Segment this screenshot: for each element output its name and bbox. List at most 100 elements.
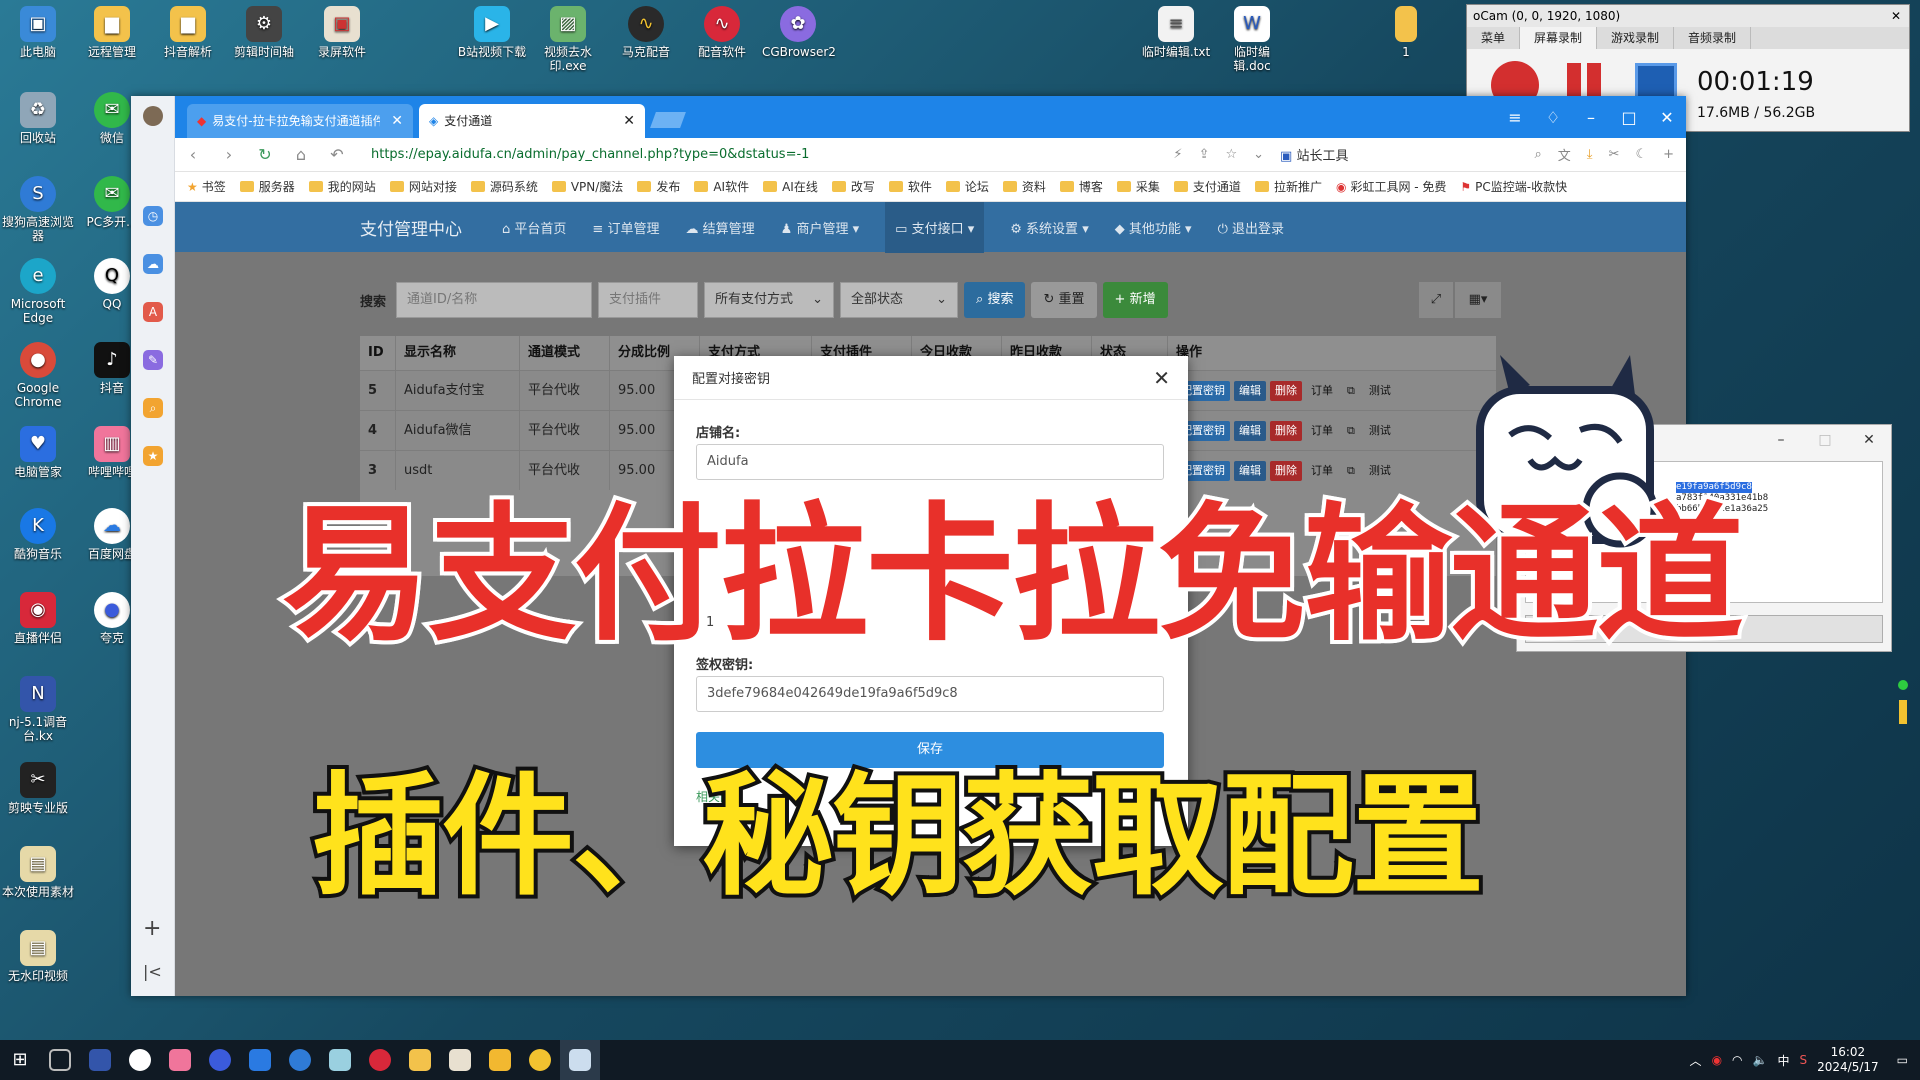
ocam-tab-game[interactable]: 游戏录制 bbox=[1597, 27, 1675, 49]
search-icon[interactable]: ⌕ bbox=[1534, 147, 1541, 162]
collapse-sidebar-icon[interactable]: |< bbox=[143, 962, 162, 981]
address-bar[interactable]: https://epay.aidufa.cn/admin/pay_channel… bbox=[371, 147, 809, 162]
desktop-icon-sogou-browser[interactable]: S 搜狗高速浏览器 bbox=[2, 176, 74, 243]
taskbar-notes[interactable] bbox=[320, 1040, 360, 1080]
delete-button[interactable]: 删除 bbox=[1270, 420, 1302, 441]
shirt-icon[interactable]: ♢ bbox=[1534, 108, 1572, 127]
chevron-down-icon[interactable]: ⌄ bbox=[1253, 147, 1264, 162]
bookmark-folder[interactable]: 博客 bbox=[1059, 178, 1103, 195]
col-name[interactable]: 显示名称 bbox=[396, 336, 520, 370]
orders-button[interactable]: 订单 bbox=[1306, 460, 1338, 481]
taskbar-capture[interactable] bbox=[480, 1040, 520, 1080]
grid-columns-icon[interactable]: ▦▾ bbox=[1455, 282, 1501, 318]
test-button[interactable]: 测试 bbox=[1363, 460, 1396, 481]
copy-icon[interactable]: ⧉ bbox=[1342, 420, 1360, 441]
scissors-icon[interactable]: ✂ bbox=[1609, 147, 1620, 162]
bookmark-folder[interactable]: 资料 bbox=[1002, 178, 1046, 195]
taskbar-qq[interactable] bbox=[120, 1040, 160, 1080]
desktop-icon-recycle-bin[interactable]: ♻ 回收站 bbox=[2, 92, 74, 145]
taskbar-audio[interactable] bbox=[520, 1040, 560, 1080]
add-button[interactable]: + 新增 bbox=[1102, 282, 1168, 318]
menu-icon[interactable]: ≡ bbox=[1496, 108, 1534, 127]
plugin-input[interactable]: 支付插件 bbox=[598, 282, 699, 318]
desktop-icon-dub-software[interactable]: ∿ 配音软件 bbox=[686, 6, 758, 59]
avatar[interactable] bbox=[143, 106, 163, 126]
ocam-tab-menu[interactable]: 菜单 bbox=[1467, 27, 1521, 49]
lightning-icon[interactable]: ⚡ bbox=[1173, 147, 1182, 162]
reset-button[interactable]: ↻ 重置 bbox=[1031, 282, 1097, 318]
delete-button[interactable]: 删除 bbox=[1270, 380, 1302, 401]
ocam-tab-screen[interactable]: 屏幕录制 bbox=[1520, 27, 1598, 49]
taskbar-recorder[interactable] bbox=[440, 1040, 480, 1080]
status-select[interactable]: 全部状态 ⌄ bbox=[840, 282, 959, 318]
taskbar-dub[interactable] bbox=[360, 1040, 400, 1080]
tray-expand-icon[interactable]: ︿ bbox=[1690, 1052, 1702, 1069]
orders-button[interactable]: 订单 bbox=[1306, 380, 1338, 401]
shop-name-input[interactable]: Aidufa bbox=[696, 444, 1164, 480]
taskbar-browser[interactable] bbox=[560, 1040, 600, 1080]
search-button[interactable]: ⌕ 搜索 bbox=[964, 282, 1026, 318]
desktop-icon-bili-download[interactable]: ▶ B站视频下载 bbox=[456, 6, 528, 59]
copy-icon[interactable]: ⧉ bbox=[1342, 380, 1360, 401]
bookmark-folder[interactable]: 采集 bbox=[1116, 178, 1160, 195]
col-id[interactable]: ID bbox=[360, 336, 396, 370]
desktop-icon-remote[interactable]: ▆ 远程管理 bbox=[76, 6, 148, 59]
desktop-icon-cgbrowser[interactable]: ✿ CGBrowser2 bbox=[762, 6, 836, 59]
minimize-icon[interactable]: – bbox=[1759, 432, 1803, 448]
taskbar-app[interactable] bbox=[240, 1040, 280, 1080]
method-select[interactable]: 所有支付方式 ⌄ bbox=[704, 282, 835, 318]
toolbox-button[interactable]: ▣ 站长工具 bbox=[1280, 145, 1348, 164]
new-tab-button[interactable] bbox=[650, 112, 686, 128]
download-icon[interactable]: ⤓ bbox=[1587, 147, 1593, 162]
close-tab-icon[interactable]: ✕ bbox=[623, 104, 635, 138]
desktop-icon-materials[interactable]: ▤ 本次使用素材 bbox=[2, 846, 74, 899]
back-icon[interactable]: ‹ bbox=[175, 145, 211, 164]
orders-button[interactable]: 订单 bbox=[1306, 420, 1338, 441]
desktop-icon-folder-1[interactable]: 1 bbox=[1370, 6, 1442, 59]
taskbar-quark[interactable] bbox=[200, 1040, 240, 1080]
desktop-icon-watermark-exe[interactable]: ▨ 视频去水印.exe bbox=[532, 6, 604, 73]
refresh-icon[interactable]: ↻ bbox=[247, 145, 283, 164]
desktop-icon-kugou[interactable]: K 酷狗音乐 bbox=[2, 508, 74, 561]
tab-epay-plugin[interactable]: ◆ 易支付-拉卡拉免输支付通道插件 ✕ bbox=[187, 104, 413, 138]
fullscreen-icon[interactable]: ⤢ bbox=[1419, 282, 1453, 318]
close-icon[interactable]: ✕ bbox=[1153, 366, 1170, 390]
ocam-tab-audio[interactable]: 音频录制 bbox=[1674, 27, 1752, 49]
desktop-icon-this-pc[interactable]: ▣ 此电脑 bbox=[2, 6, 74, 59]
delete-button[interactable]: 删除 bbox=[1270, 460, 1302, 481]
close-icon[interactable]: ✕ bbox=[1891, 5, 1901, 27]
taskbar-sogou[interactable] bbox=[280, 1040, 320, 1080]
task-view-button[interactable] bbox=[40, 1040, 80, 1080]
nav-payment-interface[interactable]: ▭ 支付接口 ▾ bbox=[885, 201, 985, 253]
desktop-icon-recorder[interactable]: ▣ 录屏软件 bbox=[306, 6, 378, 59]
forward-icon[interactable]: › bbox=[211, 145, 247, 164]
desktop-icon-timeline[interactable]: ⚙ 剪辑时间轴 bbox=[228, 6, 300, 59]
desktop-icon-mark-dub[interactable]: ∿ 马克配音 bbox=[610, 6, 682, 59]
sign-key-input[interactable]: 3defe79684e042649de19fa9a6f5d9c8 bbox=[696, 676, 1164, 712]
test-button[interactable]: 测试 bbox=[1363, 420, 1396, 441]
desktop-icon-temp-txt[interactable]: ≡ 临时编辑.txt bbox=[1140, 6, 1212, 59]
edit-button[interactable]: 编辑 bbox=[1234, 420, 1266, 441]
edit-button[interactable]: 编辑 bbox=[1234, 460, 1266, 481]
bookmark-folder[interactable]: 支付通道 bbox=[1173, 178, 1241, 195]
share-icon[interactable]: ⇪ bbox=[1199, 147, 1210, 162]
taskbar-mixer[interactable] bbox=[80, 1040, 120, 1080]
bookmark-star[interactable]: ★ 书签 bbox=[187, 178, 226, 195]
nav-merchants[interactable]: ♟ 商户管理 ▾ bbox=[781, 218, 859, 237]
bookmark-folder[interactable]: AI在线 bbox=[763, 178, 818, 195]
translate-icon[interactable]: 文 bbox=[1558, 145, 1571, 164]
wifi-icon[interactable]: ◠ bbox=[1732, 1053, 1742, 1067]
plus-icon[interactable]: + bbox=[1663, 147, 1674, 162]
col-mode[interactable]: 通道模式 bbox=[520, 336, 610, 370]
bookmark-folder[interactable]: VPN/魔法 bbox=[551, 178, 623, 195]
bookmark-folder[interactable]: 源码系统 bbox=[470, 178, 538, 195]
bookmark-site[interactable]: ⚑ PC监控端-收款快 bbox=[1460, 178, 1567, 195]
home-icon[interactable]: ⌂ bbox=[283, 145, 319, 164]
tray-record-icon[interactable]: ◉ bbox=[1712, 1053, 1722, 1067]
star-icon[interactable]: ☆ bbox=[1225, 147, 1237, 162]
close-icon[interactable]: ✕ bbox=[1847, 432, 1891, 448]
nav-settlement[interactable]: ☁ 结算管理 bbox=[685, 218, 754, 237]
pen-icon[interactable]: ✎ bbox=[143, 350, 163, 370]
sogou-ime-icon[interactable]: S bbox=[1800, 1053, 1808, 1067]
bookmark-folder[interactable]: 服务器 bbox=[239, 178, 295, 195]
